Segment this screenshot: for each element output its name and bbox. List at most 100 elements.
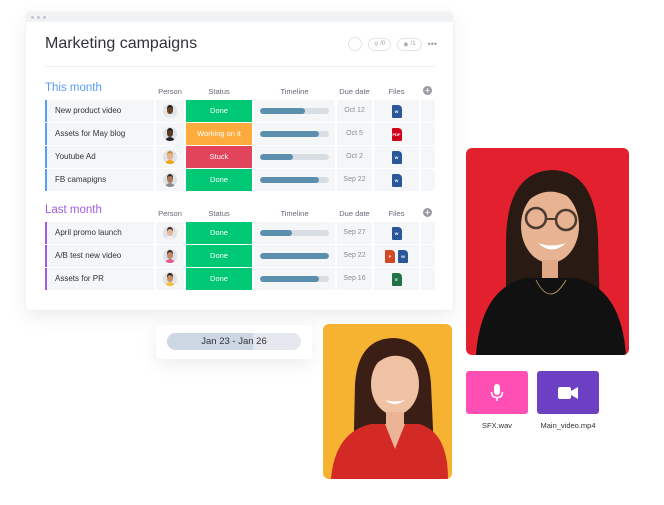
- media-tile-sfx[interactable]: [466, 371, 528, 414]
- item-name-cell[interactable]: Assets for May blog: [45, 123, 154, 145]
- avatar[interactable]: [163, 104, 177, 118]
- timeline-fill: [260, 154, 294, 160]
- due-date[interactable]: Oct 5: [337, 123, 372, 145]
- avatar[interactable]: [163, 226, 177, 240]
- due-date[interactable]: Sep 27: [337, 222, 372, 244]
- timeline-cell[interactable]: [254, 268, 335, 290]
- file-icon-w[interactable]: W: [391, 150, 402, 164]
- group-rows: New product video Done Oct 12 W Assets f…: [45, 100, 435, 192]
- status-badge[interactable]: Done: [186, 100, 252, 122]
- file-icon-w[interactable]: W: [398, 249, 408, 263]
- files-cell[interactable]: E: [374, 268, 419, 290]
- person-cell[interactable]: [156, 100, 184, 122]
- files-cell[interactable]: PDF: [374, 123, 419, 145]
- column-header-person[interactable]: Person: [156, 87, 184, 96]
- person-icon[interactable]: [347, 37, 362, 51]
- table-row[interactable]: A/B test new video Done Sep 22 PW: [45, 245, 435, 268]
- activity-button[interactable]: ⚲ /0: [367, 37, 392, 51]
- file-icon-w[interactable]: W: [391, 173, 402, 187]
- add-column-button[interactable]: +: [423, 86, 432, 95]
- date-range-pill[interactable]: Jan 23 - Jan 26: [167, 333, 301, 350]
- media-label-sfx: SFX.wav: [481, 421, 512, 430]
- status-badge[interactable]: Working on it: [186, 123, 252, 145]
- person-cell[interactable]: [156, 123, 184, 145]
- timeline-cell[interactable]: [254, 123, 335, 145]
- files-cell[interactable]: PW: [374, 245, 419, 267]
- due-date[interactable]: Oct 12: [337, 100, 372, 122]
- status-badge[interactable]: Stuck: [186, 146, 252, 168]
- item-name: Youtube Ad: [55, 152, 96, 161]
- due-date[interactable]: Oct 2: [337, 146, 372, 168]
- file-icon-pdf[interactable]: PDF: [391, 127, 402, 141]
- column-header-person[interactable]: Person: [156, 209, 184, 218]
- timeline-cell[interactable]: [254, 245, 335, 267]
- add-column-button[interactable]: +: [423, 208, 432, 217]
- column-header-due-date[interactable]: Due date: [335, 87, 374, 96]
- empty-cell: [421, 245, 435, 267]
- avatar-body: [165, 114, 175, 118]
- timeline-cell[interactable]: [254, 169, 335, 191]
- files-cell[interactable]: W: [374, 100, 419, 122]
- file-icon-w[interactable]: W: [391, 104, 402, 118]
- item-name-cell[interactable]: April promo launch: [45, 222, 154, 244]
- file-icon-e[interactable]: E: [391, 272, 402, 286]
- avatar-face: [167, 130, 173, 137]
- timeline-track: [260, 177, 329, 183]
- timeline-cell[interactable]: [254, 146, 335, 168]
- board-title: Marketing campaigns: [45, 35, 198, 52]
- media-tile-video[interactable]: [537, 371, 599, 414]
- table-row[interactable]: Youtube Ad Stuck Oct 2 W: [45, 146, 435, 169]
- group-title[interactable]: Last month: [45, 204, 102, 216]
- table-row[interactable]: New product video Done Oct 12 W: [45, 100, 435, 123]
- avatar-body: [165, 236, 175, 240]
- item-name-cell[interactable]: A/B test new video: [45, 245, 154, 267]
- views-count: /1: [410, 41, 416, 47]
- table-row[interactable]: Assets for PR Done Sep 16 E: [45, 268, 435, 291]
- table-row[interactable]: April promo launch Done Sep 27 W: [45, 222, 435, 245]
- timeline-cell[interactable]: [254, 100, 335, 122]
- due-date[interactable]: Sep 22: [337, 169, 372, 191]
- avatar[interactable]: [163, 249, 177, 263]
- column-header-timeline[interactable]: Timeline: [254, 209, 335, 218]
- column-header-files[interactable]: Files: [374, 209, 419, 218]
- person-cell[interactable]: [156, 268, 184, 290]
- person-cell[interactable]: [156, 146, 184, 168]
- avatar[interactable]: [163, 173, 177, 187]
- table-row[interactable]: FB camapigns Done Sep 22 W: [45, 169, 435, 192]
- files-cell[interactable]: W: [374, 169, 419, 191]
- person-cell[interactable]: [156, 222, 184, 244]
- status-badge[interactable]: Done: [186, 268, 252, 290]
- avatar[interactable]: [163, 272, 177, 286]
- item-name: FB camapigns: [55, 175, 107, 184]
- column-header-files[interactable]: Files: [374, 87, 419, 96]
- status-badge[interactable]: Done: [186, 245, 252, 267]
- column-header-status[interactable]: Status: [186, 209, 252, 218]
- person-cell[interactable]: [156, 169, 184, 191]
- more-menu-icon[interactable]: •••: [428, 39, 437, 49]
- status-badge[interactable]: Done: [186, 222, 252, 244]
- timeline-cell[interactable]: [254, 222, 335, 244]
- files-cell[interactable]: W: [374, 146, 419, 168]
- column-header-timeline[interactable]: Timeline: [254, 87, 335, 96]
- table-row[interactable]: Assets for May blog Working on it Oct 5 …: [45, 123, 435, 146]
- item-name-cell[interactable]: FB camapigns: [45, 169, 154, 191]
- item-name-cell[interactable]: New product video: [45, 100, 154, 122]
- search-icon: ⚲: [373, 41, 379, 48]
- files-cell[interactable]: W: [374, 222, 419, 244]
- avatar[interactable]: [163, 150, 177, 164]
- file-icon-w[interactable]: W: [391, 226, 402, 240]
- due-date[interactable]: Sep 22: [337, 245, 372, 267]
- column-header-due-date[interactable]: Due date: [335, 209, 374, 218]
- item-name: April promo launch: [55, 228, 122, 237]
- status-badge[interactable]: Done: [186, 169, 252, 191]
- column-header-status[interactable]: Status: [186, 87, 252, 96]
- file-icon-p[interactable]: P: [385, 249, 395, 263]
- item-name-cell[interactable]: Youtube Ad: [45, 146, 154, 168]
- item-name-cell[interactable]: Assets for PR: [45, 268, 154, 290]
- views-button[interactable]: ◉ /1: [397, 37, 422, 51]
- group-title[interactable]: This month: [45, 82, 102, 94]
- avatar[interactable]: [163, 127, 177, 141]
- person-cell[interactable]: [156, 245, 184, 267]
- eye-icon: ◉: [403, 41, 409, 48]
- due-date[interactable]: Sep 16: [337, 268, 372, 290]
